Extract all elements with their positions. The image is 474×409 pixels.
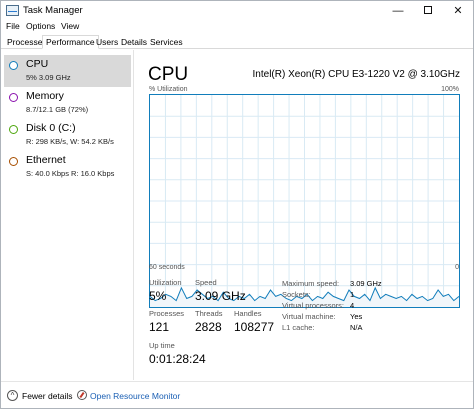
cpu-detail-panel: CPU Intel(R) Xeon(R) CPU E3-1220 V2 @ 3.…: [135, 50, 473, 380]
handles-value: 108277: [234, 320, 275, 334]
sidebar-item-memory[interactable]: Memory 8.7/12.1 GB (72%): [4, 87, 131, 119]
resource-sidebar: CPU 5% 3.09 GHz Memory 8.7/12.1 GB (72%)…: [1, 50, 134, 380]
sidebar-item-name: Memory: [26, 90, 64, 102]
chevron-up-icon[interactable]: ^: [7, 390, 18, 401]
handles-label: Handles: [234, 309, 262, 318]
threads-value: 2828: [195, 320, 222, 334]
cpu-graph-svg: [150, 95, 459, 307]
memory-ring-icon: [9, 93, 18, 102]
tab-performance[interactable]: Performance: [42, 35, 99, 49]
page-title: CPU: [148, 64, 189, 85]
sidebar-item-detail: R: 298 KB/s, W: 54.2 KB/s: [26, 137, 114, 146]
tab-services[interactable]: Services: [146, 35, 187, 49]
l1-cache-value: N/A: [350, 323, 363, 332]
virtual-processors-value: 4: [350, 301, 355, 310]
disk-ring-icon: [9, 125, 18, 134]
virtual-machine-value: Yes: [350, 312, 363, 321]
cpu-model-name: Intel(R) Xeon(R) CPU E3-1220 V2 @ 3.10GH…: [252, 69, 460, 80]
menu-bar: File Options View: [1, 20, 473, 34]
uptime-label: Up time: [149, 341, 175, 350]
ethernet-ring-icon: [9, 157, 18, 166]
utilization-value: 5%: [149, 289, 167, 303]
task-manager-icon: [6, 5, 19, 16]
maximize-button[interactable]: [413, 1, 443, 21]
speed-value: 3.09 GHz: [195, 289, 246, 303]
menu-view[interactable]: View: [61, 21, 79, 31]
cpu-utilization-graph: [149, 94, 460, 308]
utilization-axis-max: 100%: [441, 86, 459, 93]
virtual-machine-key: Virtual machine:: [282, 312, 336, 321]
utilization-label: Utilization: [149, 278, 182, 287]
resource-monitor-icon[interactable]: [77, 390, 87, 400]
minimize-button[interactable]: —: [383, 1, 413, 21]
sockets-value: 1: [350, 290, 355, 299]
window-title: Task Manager: [23, 5, 83, 16]
utilization-axis-label: % Utilization: [149, 86, 188, 93]
sidebar-item-detail: 8.7/12.1 GB (72%): [26, 105, 89, 114]
sidebar-item-detail: 5% 3.09 GHz: [26, 73, 71, 82]
menu-options[interactable]: Options: [26, 21, 55, 31]
processes-label: Processes: [149, 309, 185, 318]
max-speed-key: Maximum speed:: [282, 279, 340, 288]
virtual-processors-key: Virtual processors:: [282, 301, 344, 310]
fewer-details-link[interactable]: Fewer details: [22, 391, 73, 401]
threads-label: Threads: [195, 309, 223, 318]
sidebar-item-disk[interactable]: Disk 0 (C:) R: 298 KB/s, W: 54.2 KB/s: [4, 119, 131, 151]
close-button[interactable]: ✕: [443, 1, 473, 21]
graph-time-zero: 0: [455, 264, 459, 271]
footer-bar: ^ Fewer details Open Resource Monitor: [1, 381, 473, 409]
maximize-icon: [424, 6, 432, 15]
sidebar-item-name: CPU: [26, 58, 49, 70]
speed-label: Speed: [195, 278, 217, 287]
processes-value: 121: [149, 320, 170, 334]
sidebar-item-name: Ethernet: [26, 154, 66, 166]
sockets-key: Sockets:: [282, 290, 311, 299]
uptime-value: 0:01:28:24: [149, 352, 206, 366]
task-manager-window: Task Manager — ✕ File Options View Proce…: [0, 0, 474, 409]
l1-cache-key: L1 cache:: [282, 323, 315, 332]
max-speed-value: 3.09 GHz: [350, 279, 382, 288]
graph-time-span: 60 seconds: [149, 264, 185, 271]
open-resource-monitor-link[interactable]: Open Resource Monitor: [90, 391, 180, 401]
title-bar: Task Manager — ✕: [1, 1, 473, 21]
sidebar-item-name: Disk 0 (C:): [26, 122, 76, 134]
sidebar-item-cpu[interactable]: CPU 5% 3.09 GHz: [4, 55, 131, 87]
tab-bar: Processes Performance Users Details Serv…: [1, 35, 473, 49]
sidebar-item-ethernet[interactable]: Ethernet S: 40.0 Kbps R: 16.0 Kbps: [4, 151, 131, 183]
cpu-ring-icon: [9, 61, 18, 70]
sidebar-item-detail: S: 40.0 Kbps R: 16.0 Kbps: [26, 169, 115, 178]
menu-file[interactable]: File: [6, 21, 20, 31]
